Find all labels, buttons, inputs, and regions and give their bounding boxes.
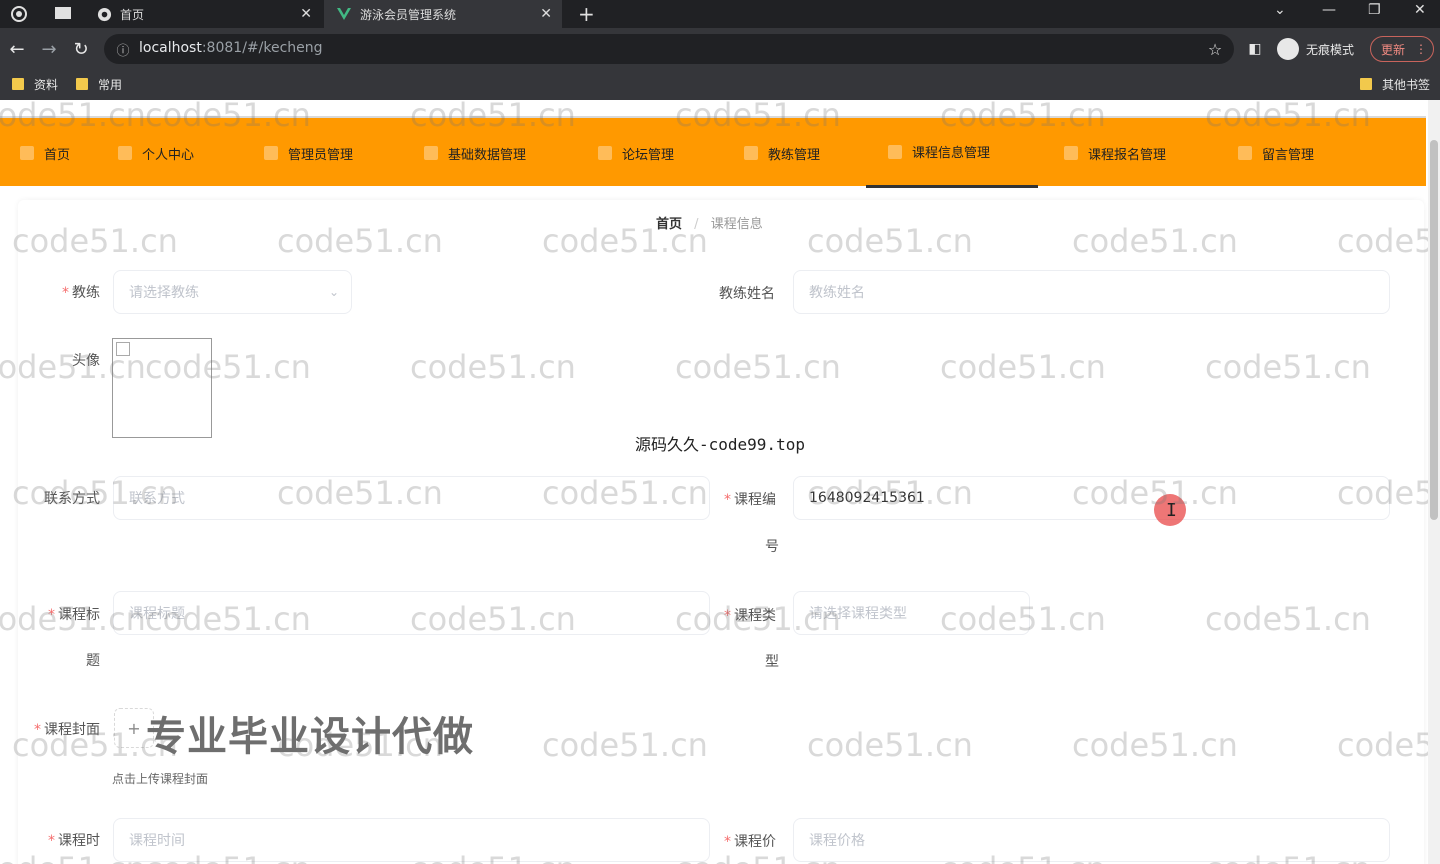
menu-item-8[interactable]: 留言管理 [1238, 118, 1314, 188]
type-select[interactable]: 请选择课程类型 [793, 591, 1030, 635]
course-no-field[interactable]: 1648092415361 [793, 476, 1390, 520]
star-icon[interactable]: ☆ [1204, 38, 1226, 60]
avatar-label: 头像 [72, 353, 100, 369]
scrollbar-thumb[interactable] [1430, 140, 1438, 520]
menu-icon [598, 146, 612, 160]
close-icon[interactable]: ✕ [540, 6, 552, 22]
app-viewport: 首页 个人中心 管理员管理 基础数据管理 论坛管理 教练管理 课程信息管理 课程报名管理 留言管… [0, 100, 1440, 864]
incognito-label: 无痕模式 [1306, 43, 1355, 57]
time-label: * 课程时 [48, 833, 100, 849]
update-button[interactable]: 更新 ⋮ [1370, 36, 1434, 62]
menu-item-7[interactable]: 课程报名管理 [1064, 118, 1166, 188]
minimize-icon[interactable]: — [1322, 2, 1336, 18]
menu-item-0[interactable]: 首页 [20, 118, 70, 188]
menu-icon [1064, 146, 1078, 160]
chevron-down-icon: ⌄ [328, 285, 339, 299]
menu-item-label: 教练管理 [768, 147, 821, 163]
folder-icon [12, 78, 24, 90]
price-field[interactable]: 课程价格 [793, 818, 1390, 862]
coach-select[interactable]: 请选择教练 ⌄ [113, 270, 352, 314]
menu-icon [264, 146, 278, 160]
course-no-label-cont: 号 [765, 539, 779, 555]
coach-name-label: 教练姓名 [719, 286, 775, 302]
folder-icon [1360, 78, 1372, 90]
title-label: * 课程标 [48, 607, 100, 623]
contact-label: 联系方式 [44, 491, 100, 507]
broken-image-icon [116, 342, 130, 356]
overlay-banner: 专业毕业设计代做 [146, 714, 474, 760]
chevron-down-icon[interactable]: ⌄ [1274, 2, 1286, 18]
tab-search-icon[interactable] [54, 6, 72, 24]
window-close-icon[interactable]: ✕ [1414, 2, 1426, 18]
kebab-menu-icon: ⋮ [1415, 42, 1428, 56]
tab-label: 首页 [120, 7, 145, 22]
menu-item-6[interactable]: 课程信息管理 [866, 118, 1038, 188]
menu-icon [424, 146, 438, 160]
menu-item-label: 课程报名管理 [1088, 147, 1167, 163]
menu-item-label: 首页 [44, 147, 71, 163]
contact-field[interactable]: 联系方式 [113, 476, 710, 520]
menu-icon [118, 146, 132, 160]
incognito-icon[interactable] [1277, 38, 1299, 60]
tab-label: 游泳会员管理系统 [360, 7, 457, 22]
cover-hint: 点击上传课程封面 [112, 772, 209, 786]
bookmark-folder-common[interactable]: 常用 [76, 74, 122, 94]
browser-tab-strip: 首页 ✕ 游泳会员管理系统 ✕ + ⌄ — ❐ ✕ [0, 0, 1440, 28]
folder-icon [76, 78, 88, 90]
avatar-image [112, 338, 212, 438]
menu-item-4[interactable]: 论坛管理 [598, 118, 674, 188]
menu-item-label: 论坛管理 [622, 147, 675, 163]
menu-icon [888, 144, 902, 159]
breadcrumb: 首页 / 课程信息 [656, 217, 763, 232]
sidepanel-icon[interactable]: ◧ [1244, 38, 1266, 60]
time-field[interactable]: 课程时间 [113, 818, 710, 862]
tab-home[interactable]: 首页 ✕ [86, 0, 322, 28]
menu-item-label: 管理员管理 [288, 147, 354, 163]
type-label: * 课程类 [724, 608, 776, 624]
bookmark-folder-data[interactable]: 资料 [12, 74, 58, 94]
url-text[interactable]: localhost:8081/#/kecheng [139, 40, 323, 56]
menu-icon [1238, 146, 1252, 160]
menu-item-1[interactable]: 个人中心 [118, 118, 194, 188]
menu-item-label: 课程信息管理 [912, 146, 991, 161]
menu-item-label: 基础数据管理 [448, 147, 527, 163]
coach-label: * 教练 [62, 285, 100, 301]
type-label-cont: 型 [765, 654, 779, 670]
browser-menu-icon[interactable] [10, 5, 28, 27]
restore-icon[interactable]: ❐ [1368, 2, 1381, 18]
price-label: * 课程价 [724, 834, 776, 850]
bookmarks-bar [0, 70, 1440, 100]
bookmark-folder-other[interactable]: 其他书签 [1360, 74, 1430, 94]
course-no-label: * 课程编 [724, 492, 776, 508]
scrollbar[interactable] [1428, 100, 1440, 864]
menu-item-label: 留言管理 [1262, 147, 1315, 163]
menu-item-5[interactable]: 教练管理 [744, 118, 820, 188]
coach-name-field[interactable]: 教练姓名 [793, 270, 1390, 314]
text-cursor-icon: I [1166, 500, 1177, 521]
cover-label: * 课程封面 [34, 722, 100, 738]
header-strip [0, 100, 1428, 116]
new-tab-button[interactable]: + [578, 2, 595, 26]
back-arrow-icon[interactable]: ← [6, 38, 28, 60]
globe-icon [96, 6, 112, 22]
title-label-cont: 题 [86, 653, 100, 669]
menu-item-2[interactable]: 管理员管理 [264, 118, 353, 188]
close-icon[interactable]: ✕ [300, 6, 312, 22]
forward-arrow-icon[interactable]: → [38, 38, 60, 60]
title-field[interactable]: 课程标题 [113, 591, 710, 635]
menu-icon [744, 146, 758, 160]
menu-item-label: 个人中心 [142, 147, 195, 163]
tab-member-system[interactable]: 游泳会员管理系统 ✕ [324, 0, 562, 28]
overlay-site-text: 源码久久-code99.top [635, 435, 805, 454]
vue-logo-icon [336, 6, 352, 22]
reload-icon[interactable]: ↻ [70, 38, 92, 60]
top-menu: 首页 个人中心 管理员管理 基础数据管理 论坛管理 教练管理 课程信息管理 课程报名管理 留言管… [0, 116, 1426, 188]
menu-item-3[interactable]: 基础数据管理 [424, 118, 526, 188]
menu-icon [20, 146, 34, 160]
breadcrumb-current: 课程信息 [710, 217, 763, 232]
breadcrumb-home[interactable]: 首页 [656, 217, 682, 232]
info-icon[interactable]: ⓘ [112, 38, 134, 60]
